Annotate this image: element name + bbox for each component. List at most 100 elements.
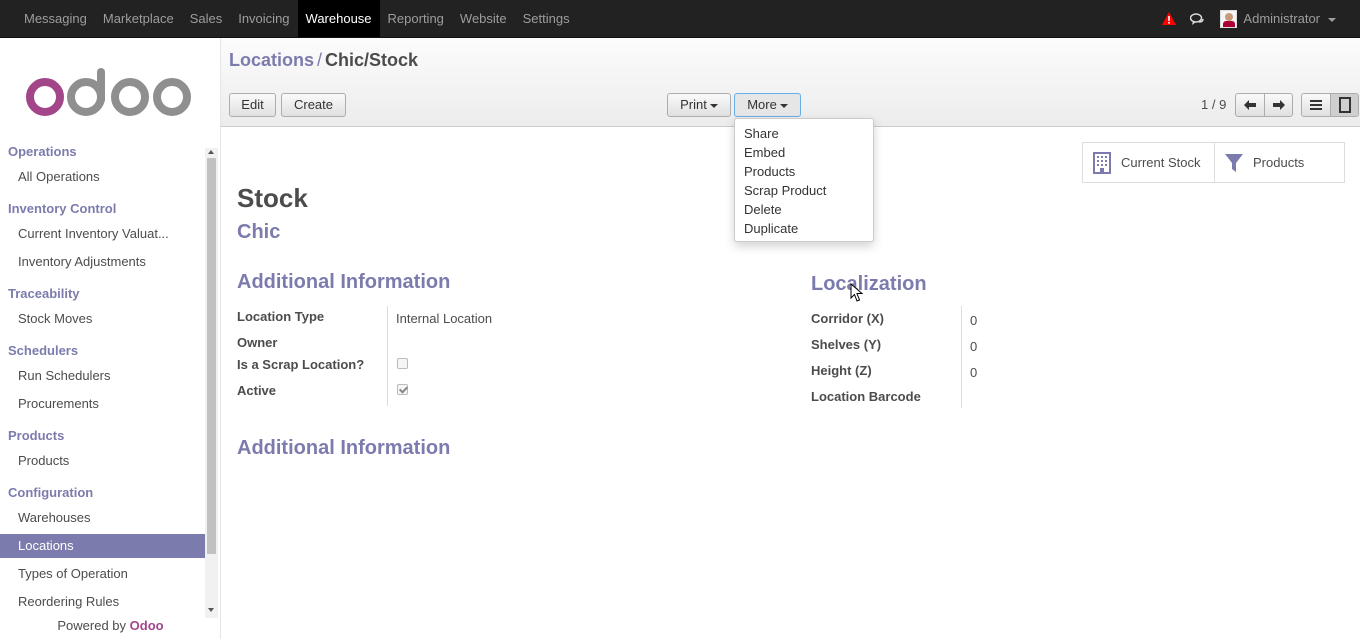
- breadcrumb-current: Chic/Stock: [325, 50, 419, 70]
- field-separator: [387, 306, 388, 406]
- shelves-value: 0: [970, 339, 978, 354]
- scroll-up-arrow-icon[interactable]: [208, 150, 214, 154]
- app-menu: Messaging Marketplace Sales Invoicing Wa…: [16, 0, 578, 37]
- building-icon: [1093, 151, 1111, 174]
- form-view-icon: [1339, 97, 1351, 113]
- more-dropdown-menu: Share Embed Products Scrap Product Delet…: [734, 118, 874, 242]
- menu-reporting[interactable]: Reporting: [380, 0, 452, 37]
- current-stock-label: Current Stock: [1121, 155, 1201, 170]
- odoo-logo[interactable]: [26, 68, 194, 118]
- pager-next-button[interactable]: [1264, 94, 1292, 116]
- sidebar-header-configuration: Configuration: [8, 485, 94, 500]
- active-label: Active: [237, 383, 277, 398]
- more-menu-embed[interactable]: Embed: [735, 143, 873, 162]
- arrow-right-icon: [1273, 100, 1285, 110]
- sidebar-header-schedulers: Schedulers: [8, 343, 79, 358]
- height-value: 0: [970, 365, 978, 380]
- edit-button[interactable]: Edit: [229, 93, 276, 117]
- more-dropdown-button[interactable]: More: [734, 93, 801, 117]
- field-separator: [961, 306, 962, 408]
- list-view-icon: [1310, 100, 1322, 110]
- avatar[interactable]: [1220, 9, 1238, 28]
- scrap-location-label: Is a Scrap Location?: [237, 357, 365, 372]
- sidebar-item-procurements[interactable]: Procurements: [0, 392, 205, 416]
- print-dropdown-button[interactable]: Print: [667, 93, 731, 117]
- owner-label: Owner: [237, 335, 278, 350]
- menu-sales[interactable]: Sales: [182, 0, 231, 37]
- more-label: More: [747, 97, 777, 112]
- menu-website[interactable]: Website: [452, 0, 515, 37]
- pager-nav: [1235, 93, 1293, 117]
- scrap-location-checkbox[interactable]: [397, 358, 408, 369]
- more-menu-products[interactable]: Products: [735, 162, 873, 181]
- sidebar-header-traceability: Traceability: [8, 286, 80, 301]
- menu-settings[interactable]: Settings: [515, 0, 578, 37]
- user-name: Administrator: [1243, 11, 1320, 26]
- caret-down-icon: [779, 103, 788, 108]
- sidebar-header-inventory-control: Inventory Control: [8, 201, 117, 216]
- sidebar: Operations All Operations Inventory Cont…: [0, 38, 221, 639]
- location-type-value: Internal Location: [396, 311, 493, 326]
- shelves-label: Shelves (Y): [811, 337, 882, 352]
- menu-invoicing[interactable]: Invoicing: [230, 0, 297, 37]
- mouse-pointer-icon: [850, 283, 864, 302]
- create-button[interactable]: Create: [281, 93, 346, 117]
- filter-icon: [1225, 153, 1243, 172]
- breadcrumb-locations-link[interactable]: Locations: [229, 50, 314, 70]
- sidebar-item-reordering-rules[interactable]: Reordering Rules: [0, 590, 205, 614]
- caret-down-icon: [709, 103, 718, 108]
- control-panel: Locations / Chic/Stock Edit Create Print M…: [221, 38, 1360, 127]
- more-menu-share[interactable]: Share: [735, 124, 873, 143]
- sidebar-item-stock-moves[interactable]: Stock Moves: [0, 307, 205, 331]
- more-menu-delete[interactable]: Delete: [735, 200, 873, 219]
- caret-down-icon: [1328, 17, 1336, 22]
- more-menu-duplicate[interactable]: Duplicate: [735, 219, 873, 238]
- menu-messaging[interactable]: Messaging: [16, 0, 95, 37]
- powered-by: Powered by Odoo: [0, 618, 221, 633]
- scroll-down-arrow-icon[interactable]: [208, 608, 214, 612]
- record-parent-link[interactable]: Chic: [237, 221, 280, 244]
- alert-icon[interactable]: [1162, 11, 1177, 26]
- form-view-button[interactable]: [1330, 94, 1358, 116]
- navbar-right: Administrator: [1162, 0, 1336, 37]
- sidebar-item-types-of-operation[interactable]: Types of Operation: [0, 562, 205, 586]
- powered-by-brand-link[interactable]: Odoo: [130, 618, 164, 633]
- chat-icon[interactable]: [1190, 12, 1205, 26]
- scroll-thumb[interactable]: [207, 158, 216, 554]
- sidebar-item-products[interactable]: Products: [0, 449, 205, 473]
- sidebar-item-warehouses[interactable]: Warehouses: [0, 506, 205, 530]
- view-switcher: [1301, 93, 1359, 117]
- products-label: Products: [1253, 155, 1305, 170]
- breadcrumb: Locations / Chic/Stock: [229, 50, 418, 71]
- more-menu-scrap-product[interactable]: Scrap Product: [735, 181, 873, 200]
- sidebar-item-all-operations[interactable]: All Operations: [0, 165, 205, 189]
- sidebar-scrollbar[interactable]: [205, 148, 218, 618]
- sidebar-item-locations[interactable]: Locations: [0, 534, 205, 558]
- sidebar-header-operations: Operations: [8, 144, 77, 159]
- corridor-label: Corridor (X): [811, 311, 884, 326]
- record-title: Stock: [237, 183, 308, 213]
- arrow-left-icon: [1244, 100, 1256, 110]
- sidebar-header-products: Products: [8, 428, 65, 443]
- menu-warehouse[interactable]: Warehouse: [297, 0, 380, 37]
- corridor-value: 0: [970, 313, 978, 328]
- list-view-button[interactable]: [1302, 94, 1330, 116]
- pager-previous-button[interactable]: [1236, 94, 1264, 116]
- sidebar-item-current-inventory-valuation[interactable]: Current Inventory Valuat...: [0, 222, 205, 246]
- location-type-label: Location Type: [237, 309, 325, 324]
- print-label: Print: [680, 97, 707, 112]
- additional-information-heading: Additional Information: [237, 271, 451, 293]
- active-checkbox[interactable]: [397, 384, 408, 395]
- menu-marketplace[interactable]: Marketplace: [95, 0, 182, 37]
- top-navbar: Messaging Marketplace Sales Invoicing Wa…: [0, 0, 1360, 38]
- smart-buttons: Current Stock Products: [1082, 142, 1345, 183]
- powered-by-text: Powered by: [57, 618, 127, 633]
- user-menu[interactable]: Administrator: [1243, 11, 1336, 26]
- products-smart-button[interactable]: Products: [1214, 143, 1344, 182]
- sidebar-item-run-schedulers[interactable]: Run Schedulers: [0, 364, 205, 388]
- current-stock-button[interactable]: Current Stock: [1083, 143, 1214, 182]
- sidebar-menu: Operations All Operations Inventory Cont…: [0, 140, 205, 616]
- breadcrumb-separator: /: [317, 50, 323, 70]
- sidebar-item-inventory-adjustments[interactable]: Inventory Adjustments: [0, 250, 205, 274]
- height-label: Height (Z): [811, 363, 872, 378]
